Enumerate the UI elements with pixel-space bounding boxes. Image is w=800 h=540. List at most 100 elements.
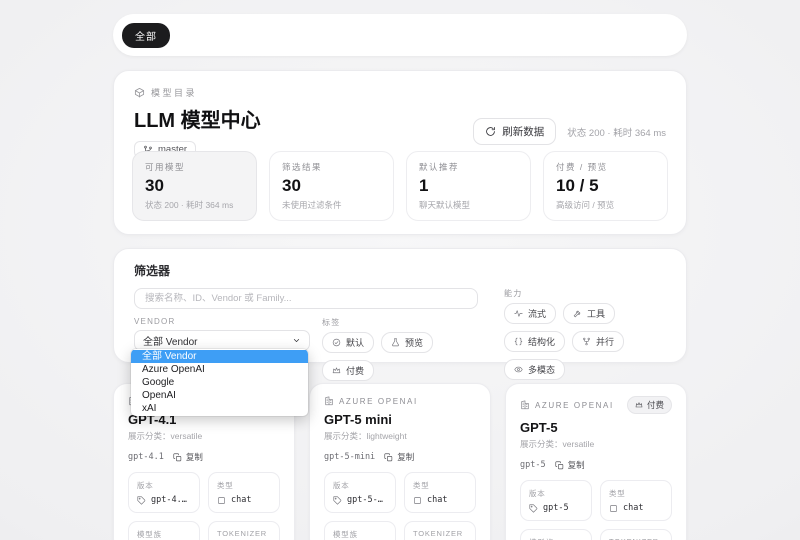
field-value: chat [623,503,643,513]
capability-streaming[interactable]: 流式 [504,303,556,324]
chevron-down-icon [292,336,301,345]
top-toolbar: 全部 [113,14,687,56]
copy-icon [384,453,393,462]
copy-label: 复制 [186,451,203,463]
copy-label: 复制 [568,459,585,471]
field-type: 类型 chat [404,472,476,513]
model-id: gpt-5-mini [324,452,375,462]
capability-parallel[interactable]: 并行 [572,331,624,352]
stat-value: 30 [282,176,381,196]
stat-filter-results: 筛选结果 30 未使用过滤条件 [269,151,394,221]
tag-label: 默认 [346,336,364,349]
vendor-option-google[interactable]: Google [131,376,308,389]
model-vendor: AZURE OPENAI [339,397,418,406]
model-card-gpt-5[interactable]: AZURE OPENAI 付费 GPT-5 展示分类：versatile gpt… [505,383,687,540]
field-value: gpt-5 [543,503,569,513]
capability-multimodal[interactable]: 多模态 [504,359,565,380]
field-tokenizer: TOKENIZER o200k_base [404,521,476,540]
copy-button[interactable]: 复制 [384,451,414,463]
tags-label: 标签 [322,317,478,328]
field-label: 模型族 [333,529,387,540]
building-icon [324,396,334,406]
field-label: 版本 [137,480,191,491]
capabilities-label: 能力 [504,288,666,299]
field-value: gpt-4.1-2025-... [151,495,191,505]
building-icon [520,400,530,410]
field-value: gpt-5-mini [347,495,387,505]
square-icon [609,504,618,513]
field-label: TOKENIZER [217,529,271,538]
field-label: TOKENIZER [413,529,467,538]
field-value: chat [231,495,251,505]
field-label: 类型 [217,480,271,491]
field-type: 类型 chat [600,480,672,521]
stat-label: 默认推荐 [419,161,518,173]
tag-filter-paid[interactable]: 付费 [322,360,374,381]
square-icon [217,496,226,505]
search-input[interactable] [134,288,478,309]
capability-label: 多模态 [528,363,555,376]
stat-available-models: 可用模型 30 状态 200 · 耗时 364 ms [132,151,257,221]
tag-icon [137,496,146,505]
model-id: gpt-4.1 [128,452,164,462]
vendor-label: VENDOR [134,317,310,326]
refresh-label: 刷新数据 [502,124,544,139]
stat-default-recommend: 默认推荐 1 聊天默认模型 [406,151,531,221]
field-label: 类型 [413,480,467,491]
copy-button[interactable]: 复制 [555,459,585,471]
tag-filter-preview[interactable]: 预览 [381,332,433,353]
capability-label: 流式 [528,307,546,320]
model-category: 展示分类：versatile [520,438,672,450]
tag-label: 预览 [405,336,423,349]
model-name: GPT-5 mini [324,412,476,427]
stat-sub: 状态 200 · 耗时 364 ms [145,199,244,211]
tag-filter-default[interactable]: 默认 [322,332,374,353]
stat-label: 可用模型 [145,161,244,173]
catalog-eyebrow: 模型目录 [134,86,666,99]
fork-icon [582,337,591,346]
stat-value: 1 [419,176,518,196]
vendor-select[interactable]: 全部 Vendor [134,330,310,351]
copy-icon [173,453,182,462]
stat-sub: 聊天默认模型 [419,199,518,211]
capability-tools[interactable]: 工具 [563,303,615,324]
capability-structured[interactable]: 结构化 [504,331,565,352]
capability-label: 工具 [587,307,605,320]
vendor-option-xai[interactable]: xAI [131,402,308,415]
copy-button[interactable]: 复制 [173,451,203,463]
model-name: GPT-5 [520,420,672,435]
tag-icon [529,504,538,513]
vendor-option-openai[interactable]: OpenAI [131,389,308,402]
vendor-option-azure-openai[interactable]: Azure OpenAI [131,363,308,376]
capability-label: 并行 [596,335,614,348]
filters-title: 筛选器 [134,262,666,279]
model-id: gpt-5 [520,460,546,470]
model-card-gpt-5-mini[interactable]: AZURE OPENAI GPT-5 mini 展示分类：lightweight… [309,383,491,540]
header-actions: 刷新数据 状态 200 · 耗时 364 ms [473,118,666,145]
field-version: 版本 gpt-4.1-2025-... [128,472,200,513]
vendor-dropdown: 全部 Vendor Azure OpenAI Google OpenAI xAI [131,349,308,416]
paid-badge: 付费 [627,396,672,414]
crown-icon [635,401,643,409]
vendor-option-all[interactable]: 全部 Vendor [131,350,308,363]
model-vendor: AZURE OPENAI [535,401,614,410]
refresh-button[interactable]: 刷新数据 [473,118,556,145]
stat-label: 付费 / 预览 [556,161,655,173]
field-label: 版本 [529,488,583,499]
field-version: 版本 gpt-5 [520,480,592,521]
tag-icon [333,496,342,505]
field-label: 版本 [333,480,387,491]
stat-paid-preview: 付费 / 预览 10 / 5 高级访问 / 预览 [543,151,668,221]
square-icon [413,496,422,505]
vendor-selected-value: 全部 Vendor [143,333,197,348]
copy-label: 复制 [397,451,414,463]
braces-icon [514,337,523,346]
field-family: 模型族 gpt-5-mini [324,521,396,540]
field-family: 模型族 gpt-4.1 [128,521,200,540]
stat-sub: 未使用过滤条件 [282,199,381,211]
filter-all-pill[interactable]: 全部 [122,23,170,48]
field-label: 类型 [609,488,663,499]
field-tokenizer: TOKENIZER o200k_base [600,529,672,540]
wrench-icon [573,309,582,318]
catalog-label: 模型目录 [151,86,197,99]
